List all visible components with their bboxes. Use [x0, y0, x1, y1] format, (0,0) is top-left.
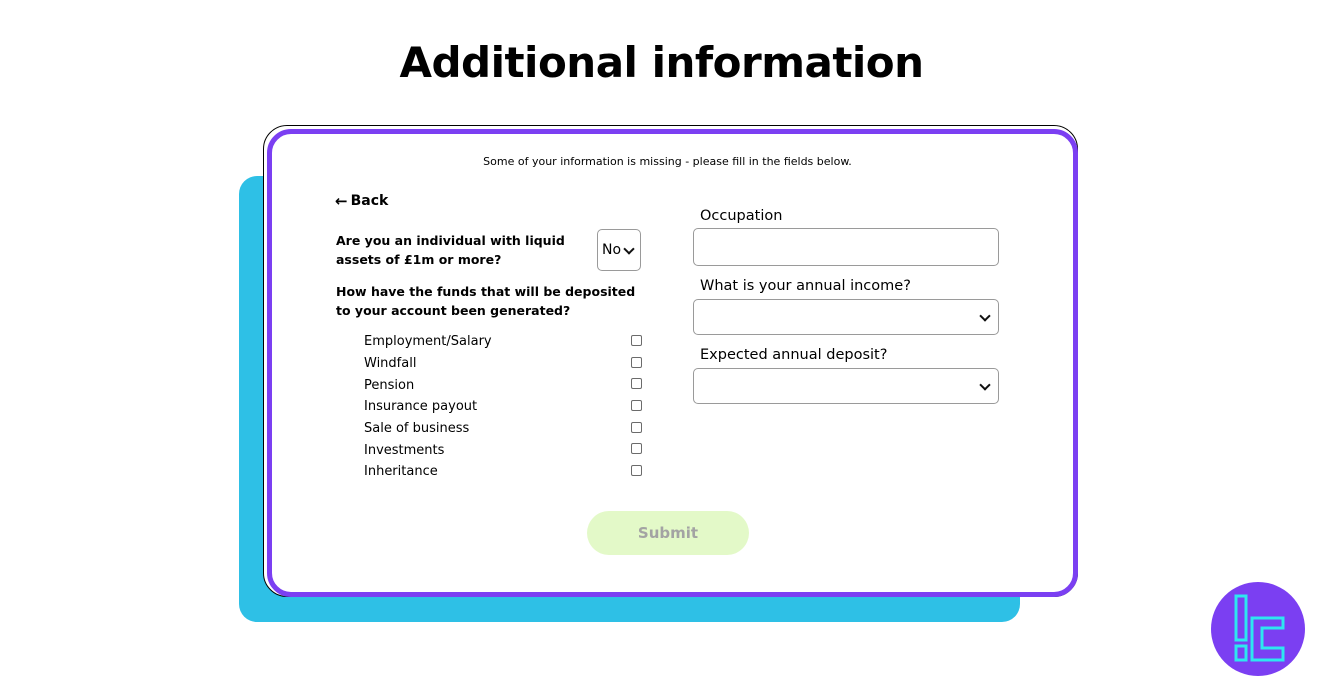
funds-option-pension: Pension: [364, 374, 644, 396]
funds-option-label: Inheritance: [364, 464, 438, 480]
funds-option-label: Insurance payout: [364, 399, 478, 415]
back-label: Back: [350, 193, 389, 209]
arrow-left-icon: ←: [335, 191, 348, 210]
missing-info-note: Some of your information is missing - pl…: [483, 155, 852, 168]
funds-source-list: Employment/Salary Windfall Pension Insur…: [364, 331, 644, 483]
brand-logo-icon: [1211, 582, 1305, 676]
funds-option-checkbox[interactable]: [631, 465, 642, 477]
brand-logo-strokes: [1234, 594, 1285, 662]
annual-income-select[interactable]: [693, 299, 999, 335]
funds-option-label: Pension: [364, 377, 415, 393]
brand-logo-mark: [1234, 594, 1285, 662]
liquid-assets-select[interactable]: No: [597, 229, 641, 271]
page-title: Additional information: [399, 38, 924, 87]
chevron-down-icon: [979, 379, 991, 391]
liquid-assets-value: No: [602, 242, 622, 258]
funds-option-label: Employment/Salary: [364, 334, 492, 350]
funds-option-checkbox[interactable]: [631, 378, 642, 390]
funds-option-employment: Employment/Salary: [364, 331, 644, 353]
submit-button[interactable]: Submit: [587, 511, 749, 555]
funds-option-checkbox[interactable]: [631, 400, 642, 412]
liquid-assets-question: Are you an individual with liquid assets…: [336, 233, 565, 267]
funds-source-question: How have the funds that will be deposite…: [336, 284, 636, 318]
funds-option-checkbox[interactable]: [631, 421, 642, 433]
annual-income-label: What is your annual income?: [700, 278, 911, 294]
funds-option-checkbox[interactable]: [631, 335, 642, 346]
annual-deposit-label: Expected annual deposit?: [700, 347, 888, 363]
funds-option-inheritance: Inheritance: [364, 461, 644, 483]
funds-option-label: Windfall: [364, 356, 417, 372]
back-link[interactable]: ← Back: [335, 193, 388, 209]
occupation-label: Occupation: [700, 208, 783, 224]
funds-option-investments: Investments: [364, 439, 644, 461]
funds-option-windfall: Windfall: [364, 353, 644, 375]
funds-option-checkbox[interactable]: [631, 356, 642, 368]
funds-option-label: Sale of business: [364, 421, 470, 437]
annual-deposit-select[interactable]: [693, 368, 999, 404]
funds-option-checkbox[interactable]: [631, 443, 642, 455]
funds-option-sale-of-business: Sale of business: [364, 418, 644, 440]
funds-option-label: Investments: [364, 442, 445, 458]
funds-option-insurance: Insurance payout: [364, 396, 644, 418]
chevron-down-icon: [979, 310, 991, 322]
occupation-input[interactable]: [693, 228, 999, 266]
chevron-down-icon: [623, 243, 635, 255]
